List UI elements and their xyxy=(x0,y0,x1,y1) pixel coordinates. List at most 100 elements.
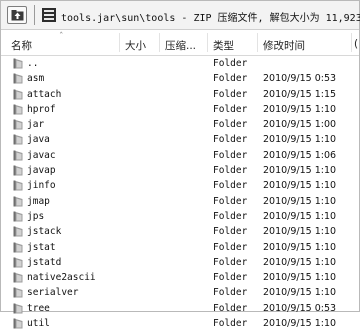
folder-icon xyxy=(13,134,24,148)
file-modified: 2010/9/15 1:10 xyxy=(263,287,337,299)
column-divider[interactable] xyxy=(119,33,120,52)
folder-icon xyxy=(13,242,24,256)
file-name: tree xyxy=(27,302,50,314)
column-divider[interactable] xyxy=(257,33,258,52)
column-size[interactable]: 大小 xyxy=(125,38,146,53)
table-row[interactable]: jstack Folder 2010/9/15 1:10 xyxy=(1,224,359,239)
file-name: jps xyxy=(27,210,45,222)
folder-icon xyxy=(13,226,24,240)
file-type: Folder xyxy=(213,287,248,299)
folder-icon xyxy=(13,180,24,194)
file-modified: 2010/9/15 1:10 xyxy=(263,210,337,222)
path-bar: tools.jar\sun\tools - ZIP 压缩文件, 解包大小为 11… xyxy=(1,1,360,30)
table-row[interactable]: .. Folder xyxy=(1,56,359,71)
current-path: tools.jar\sun\tools - ZIP 压缩文件, 解包大小为 11… xyxy=(61,13,360,24)
file-browser-window: tools.jar\sun\tools - ZIP 压缩文件, 解包大小为 11… xyxy=(0,0,360,329)
folder-icon xyxy=(13,150,24,164)
table-row[interactable]: jstat Folder 2010/9/15 1:10 xyxy=(1,240,359,255)
folder-icon xyxy=(13,287,24,301)
file-type: Folder xyxy=(213,73,248,85)
table-row[interactable]: tree Folder 2010/9/15 0:53 xyxy=(1,301,359,316)
file-name: jar xyxy=(27,119,45,131)
column-compressed[interactable]: 压缩... xyxy=(165,38,196,53)
folder-icon xyxy=(13,196,24,210)
file-name: attach xyxy=(27,88,62,100)
folder-icon xyxy=(13,165,24,179)
file-type: Folder xyxy=(213,58,248,69)
table-row[interactable]: jinfo Folder 2010/9/15 1:10 xyxy=(1,178,359,193)
table-row[interactable]: serialver Folder 2010/9/15 1:10 xyxy=(1,285,359,300)
file-modified: 2010/9/15 1:10 xyxy=(263,180,337,192)
file-modified: 2010/9/15 1:10 xyxy=(263,134,337,146)
file-type: Folder xyxy=(213,195,248,207)
folder-icon xyxy=(13,104,24,118)
file-type: Folder xyxy=(213,302,248,314)
file-modified: 2010/9/15 1:10 xyxy=(263,165,337,177)
file-type: Folder xyxy=(213,226,248,238)
file-type: Folder xyxy=(213,103,248,115)
file-name: hprof xyxy=(27,103,56,115)
file-name: native2ascii xyxy=(27,272,96,284)
file-type: Folder xyxy=(213,165,248,177)
file-list: .. Folder asm Folder 2010/9/15 0:53 attach Fol… xyxy=(1,56,359,331)
table-row[interactable]: javac Folder 2010/9/15 1:06 xyxy=(1,148,359,163)
file-name: java xyxy=(27,134,50,146)
folder-icon xyxy=(13,318,24,332)
file-type: Folder xyxy=(213,134,248,146)
archive-icon xyxy=(42,8,56,22)
table-row[interactable]: jar Folder 2010/9/15 1:00 xyxy=(1,117,359,132)
file-name: jstatd xyxy=(27,256,62,268)
table-row[interactable]: native2ascii Folder 2010/9/15 1:10 xyxy=(1,270,359,285)
column-divider[interactable] xyxy=(159,33,160,52)
file-modified: 2010/9/15 0:53 xyxy=(263,73,337,85)
file-modified: 2010/9/15 1:06 xyxy=(263,149,337,161)
file-modified: 2010/9/15 1:10 xyxy=(263,195,337,207)
file-name: jstack xyxy=(27,226,62,238)
folder-icon xyxy=(13,272,24,286)
file-modified: 2010/9/15 1:10 xyxy=(263,241,337,253)
file-modified: 2010/9/15 1:10 xyxy=(263,318,337,330)
column-divider[interactable] xyxy=(351,33,352,52)
table-row[interactable]: javap Folder 2010/9/15 1:10 xyxy=(1,163,359,178)
table-row[interactable]: attach Folder 2010/9/15 1:15 xyxy=(1,87,359,102)
file-name: .. xyxy=(27,58,39,69)
file-type: Folder xyxy=(213,149,248,161)
file-modified: 2010/9/15 1:15 xyxy=(263,88,337,100)
file-type: Folder xyxy=(213,272,248,284)
column-name[interactable]: 名称 xyxy=(11,38,32,53)
file-modified: 2010/9/15 0:53 xyxy=(263,302,337,314)
file-type: Folder xyxy=(213,318,248,330)
file-type: Folder xyxy=(213,241,248,253)
up-folder-button[interactable] xyxy=(7,6,27,24)
column-modified[interactable]: 修改时间 xyxy=(263,38,305,53)
column-divider[interactable] xyxy=(207,33,208,52)
folder-icon xyxy=(13,73,24,87)
file-modified: 2010/9/15 1:00 xyxy=(263,119,337,131)
table-row[interactable]: jmap Folder 2010/9/15 1:10 xyxy=(1,194,359,209)
table-row[interactable]: java Folder 2010/9/15 1:10 xyxy=(1,132,359,147)
table-row[interactable]: jps Folder 2010/9/15 1:10 xyxy=(1,209,359,224)
file-name: asm xyxy=(27,73,45,85)
folder-icon xyxy=(13,58,24,72)
toolbar-separator xyxy=(34,5,35,25)
column-extra[interactable]: ( xyxy=(354,38,358,50)
file-name: javac xyxy=(27,149,56,161)
file-name: jmap xyxy=(27,195,50,207)
table-row[interactable]: jstatd Folder 2010/9/15 1:10 xyxy=(1,255,359,270)
table-row[interactable]: hprof Folder 2010/9/15 1:10 xyxy=(1,102,359,117)
folder-icon xyxy=(13,119,24,133)
file-name: javap xyxy=(27,165,56,177)
table-row[interactable]: util Folder 2010/9/15 1:10 xyxy=(1,316,359,331)
folder-icon xyxy=(13,257,24,271)
file-type: Folder xyxy=(213,88,248,100)
folder-icon xyxy=(13,303,24,317)
folder-icon xyxy=(13,89,24,103)
column-type[interactable]: 类型 xyxy=(213,38,234,53)
file-name: util xyxy=(27,318,50,330)
table-row[interactable]: asm Folder 2010/9/15 0:53 xyxy=(1,71,359,86)
file-type: Folder xyxy=(213,119,248,131)
sort-indicator-icon: ˆ xyxy=(59,32,64,42)
file-modified: 2010/9/15 1:10 xyxy=(263,226,337,238)
file-modified: 2010/9/15 1:10 xyxy=(263,272,337,284)
file-name: jinfo xyxy=(27,180,56,192)
